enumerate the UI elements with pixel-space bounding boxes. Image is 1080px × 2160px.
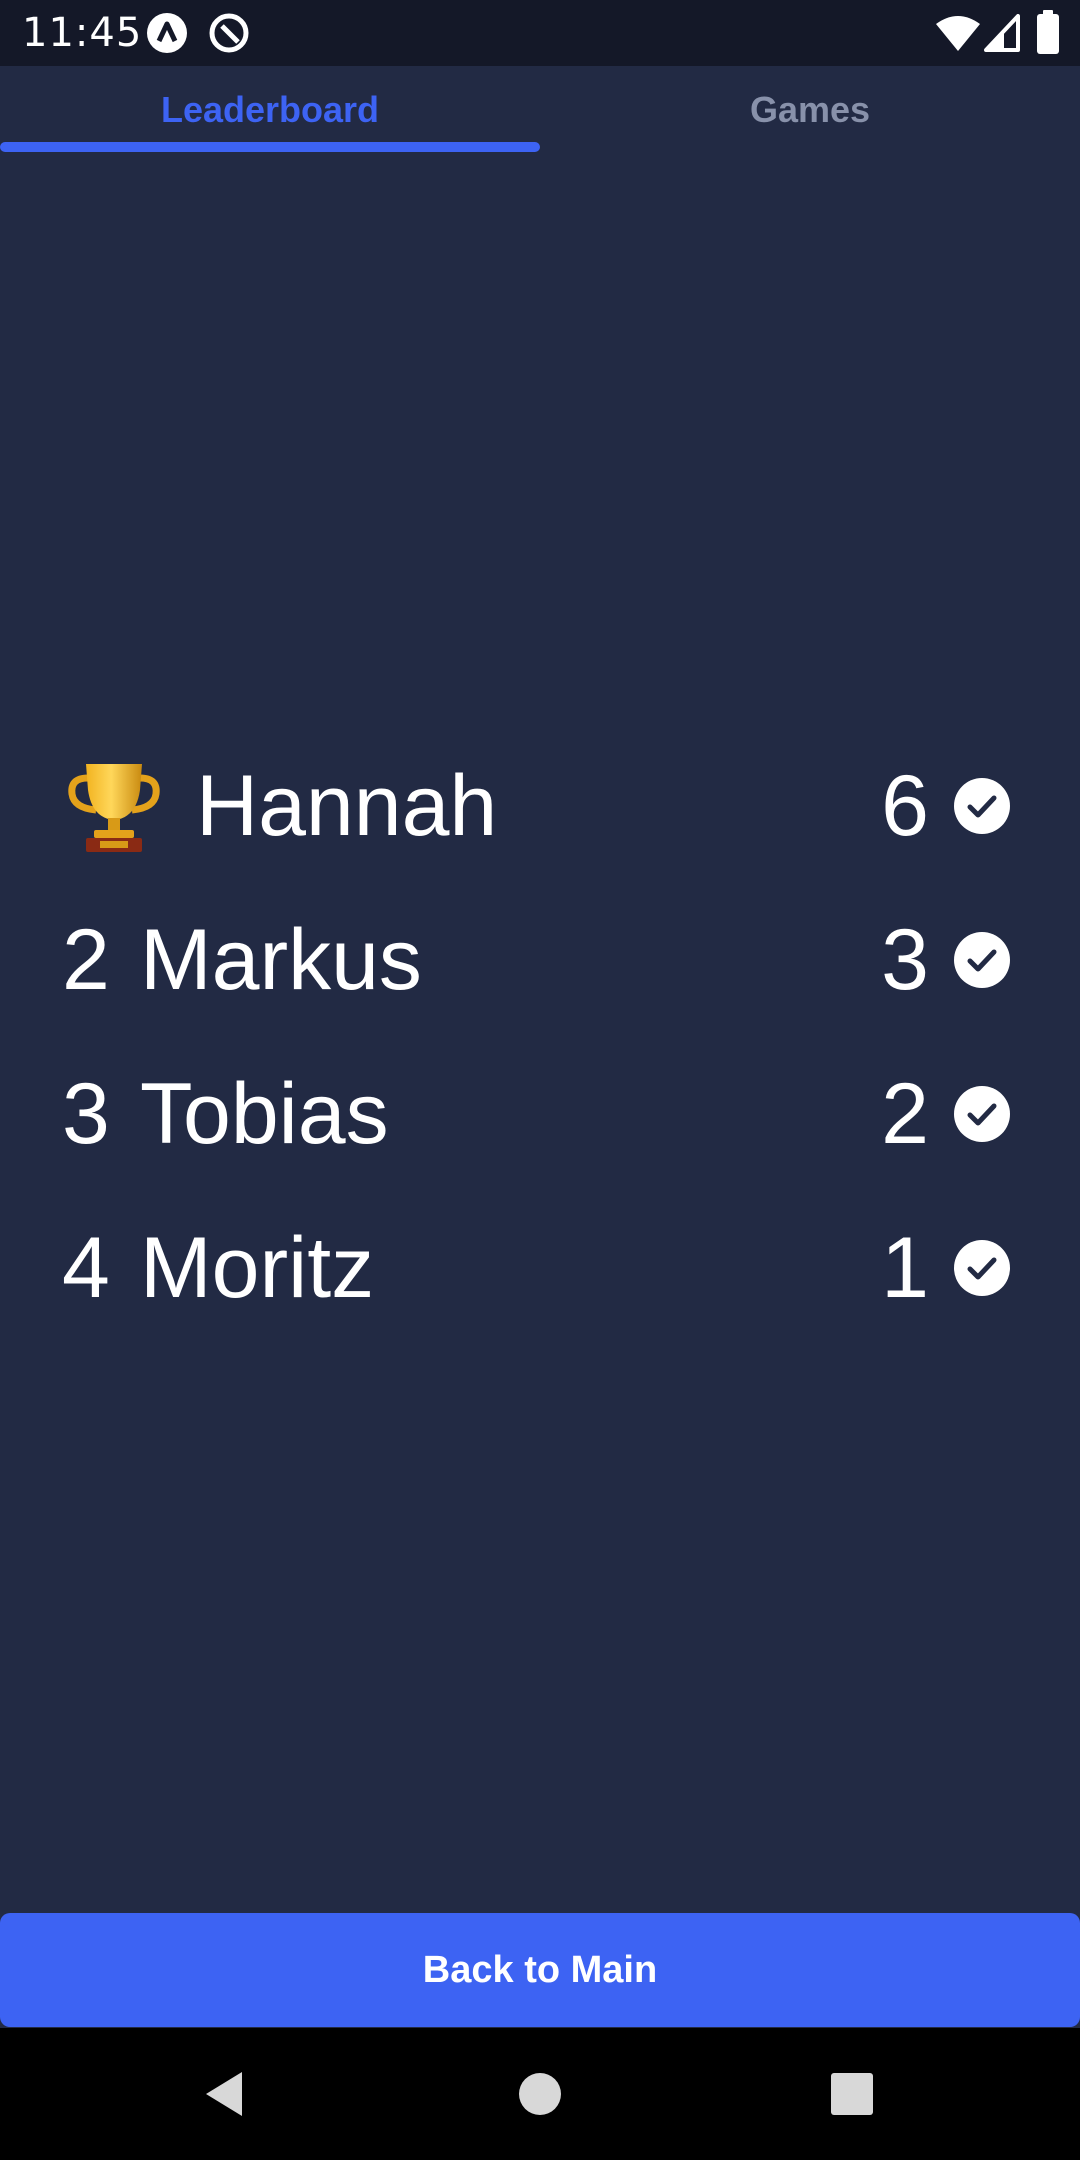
check-circle-icon <box>954 778 1010 834</box>
leaderboard-row: 4 Moritz 1 <box>0 1190 1080 1344</box>
nav-recents-icon[interactable] <box>822 2064 882 2124</box>
player-score: 2 <box>881 1066 929 1162</box>
player-score: 1 <box>881 1220 929 1316</box>
player-rank: 2 <box>62 912 110 1008</box>
battery-icon <box>1037 10 1059 54</box>
tab-bar: Leaderboard Games <box>0 66 1080 154</box>
player-name: Moritz <box>140 1220 375 1316</box>
status-time: 11:45 <box>22 10 143 56</box>
check-circle-icon <box>954 1086 1010 1142</box>
player-score: 3 <box>881 912 929 1008</box>
trophy-icon <box>68 764 160 852</box>
tab-leaderboard[interactable]: Leaderboard <box>0 66 540 154</box>
leaderboard-list: Hannah 6 2 Markus 3 3 Tobias 2 4 Moritz … <box>0 728 1080 1344</box>
player-rank: 3 <box>62 1066 110 1162</box>
player-name: Markus <box>140 912 422 1008</box>
wifi-icon <box>936 16 980 51</box>
player-rank: 4 <box>62 1220 110 1316</box>
nav-back-icon[interactable] <box>196 2064 256 2124</box>
leaderboard-row: 2 Markus 3 <box>0 882 1080 1036</box>
cellular-signal-icon <box>984 14 1020 52</box>
active-tab-indicator <box>0 142 540 152</box>
app-r-icon <box>209 13 249 53</box>
player-name: Hannah <box>196 758 498 854</box>
back-to-main-button[interactable]: Back to Main <box>0 1913 1080 2027</box>
leaderboard-row: Hannah 6 <box>0 728 1080 882</box>
status-bar: 11:45 <box>0 0 1080 66</box>
leaderboard-row: 3 Tobias 2 <box>0 1036 1080 1190</box>
check-circle-icon <box>954 1240 1010 1296</box>
player-name: Tobias <box>140 1066 389 1162</box>
tab-games[interactable]: Games <box>540 66 1080 154</box>
app-a-icon <box>147 13 187 53</box>
player-score: 6 <box>881 758 929 854</box>
system-navigation-bar <box>0 2028 1080 2160</box>
check-circle-icon <box>954 932 1010 988</box>
nav-home-icon[interactable] <box>510 2064 570 2124</box>
